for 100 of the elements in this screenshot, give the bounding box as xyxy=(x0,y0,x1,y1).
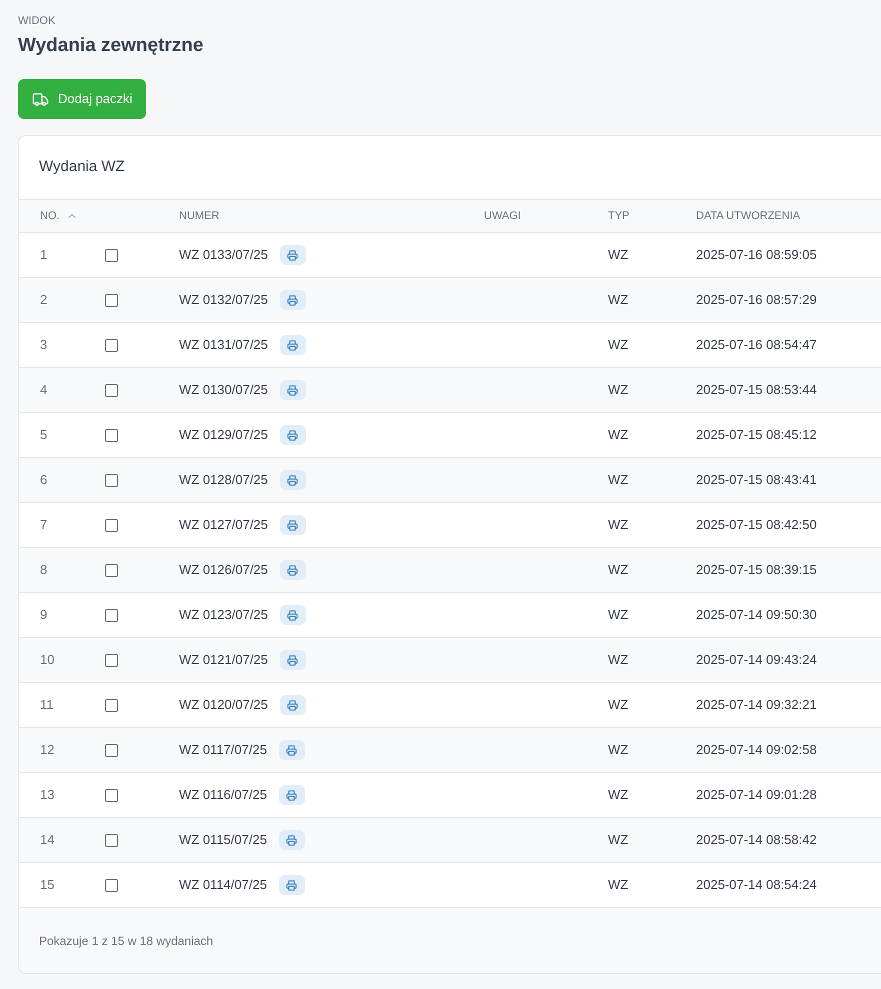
creation-date: 2025-07-14 09:50:30 xyxy=(696,606,818,624)
document-number: WZ 0130/07/25 xyxy=(179,381,268,400)
print-button[interactable] xyxy=(278,785,305,805)
creation-date: 2025-07-14 09:01:28 xyxy=(696,786,818,804)
row-checkbox[interactable] xyxy=(105,518,118,532)
row-number: 2 xyxy=(40,291,48,310)
row-checkbox[interactable] xyxy=(105,788,118,802)
print-button[interactable] xyxy=(280,290,306,310)
row-number: 3 xyxy=(40,336,48,354)
document-number: WZ 0120/07/25 xyxy=(179,696,268,714)
document-type: WZ xyxy=(608,381,630,400)
printer-icon xyxy=(287,250,298,260)
document-type: WZ xyxy=(608,831,630,850)
printer-icon xyxy=(287,610,298,620)
print-button[interactable] xyxy=(278,875,305,895)
column-header: DATA UTWORZENIA xyxy=(696,208,800,224)
row-checkbox[interactable] xyxy=(105,338,118,352)
document-number: WZ 0121/07/25 xyxy=(179,651,268,670)
row-checkbox[interactable] xyxy=(105,384,118,396)
document-number: WZ 0132/07/25 xyxy=(179,291,268,310)
document-type: WZ xyxy=(608,561,630,580)
creation-date: 2025-07-15 08:45:12 xyxy=(696,426,818,444)
document-number: WZ 0116/07/25 xyxy=(179,786,267,804)
document-type: WZ xyxy=(608,516,630,534)
print-button[interactable] xyxy=(280,650,306,670)
print-button[interactable] xyxy=(280,380,306,400)
printer-icon xyxy=(287,384,298,396)
printer-icon xyxy=(287,520,298,530)
creation-date: 2025-07-14 09:43:24 xyxy=(696,651,818,670)
document-type: WZ xyxy=(608,741,630,760)
document-number: WZ 0129/07/25 xyxy=(179,426,268,444)
document-number: WZ 0127/07/25 xyxy=(179,516,268,534)
printer-icon xyxy=(286,790,298,800)
print-button[interactable] xyxy=(280,470,306,490)
printer-icon xyxy=(287,430,298,440)
row-checkbox[interactable] xyxy=(105,698,118,712)
print-button[interactable] xyxy=(280,515,306,535)
creation-date: 2025-07-14 08:54:24 xyxy=(696,876,818,894)
document-number: WZ 0131/07/25 xyxy=(179,336,268,354)
add-packages-button[interactable]: Dodaj paczki xyxy=(18,79,146,119)
column-header[interactable]: NO. xyxy=(40,208,60,224)
printer-icon xyxy=(286,834,298,846)
document-type: WZ xyxy=(608,651,630,670)
row-checkbox[interactable] xyxy=(105,608,118,622)
page-title: Wydania zewnętrzne xyxy=(18,34,204,58)
creation-date: 2025-07-14 09:32:21 xyxy=(696,696,818,714)
row-checkbox[interactable] xyxy=(105,834,118,846)
document-type: WZ xyxy=(608,336,630,354)
document-number: WZ 0133/07/25 xyxy=(179,246,268,264)
printer-icon xyxy=(287,654,298,666)
card-title: Wydania WZ xyxy=(39,157,125,178)
truck-icon xyxy=(32,90,49,108)
row-checkbox[interactable] xyxy=(105,878,118,892)
column-header: NUMER xyxy=(179,208,220,224)
print-button[interactable] xyxy=(280,560,306,580)
creation-date: 2025-07-14 08:58:42 xyxy=(696,831,818,850)
document-type: WZ xyxy=(608,246,630,264)
row-number: 5 xyxy=(40,426,48,444)
creation-date: 2025-07-16 08:54:47 xyxy=(696,336,818,354)
print-button[interactable] xyxy=(280,425,306,445)
print-button[interactable] xyxy=(278,830,305,850)
row-number: 14 xyxy=(40,831,56,850)
row-checkbox[interactable] xyxy=(105,248,118,262)
row-number: 9 xyxy=(40,606,48,624)
row-number: 13 xyxy=(40,786,56,804)
column-header: TYP xyxy=(608,208,630,224)
row-checkbox[interactable] xyxy=(105,744,118,756)
row-checkbox[interactable] xyxy=(105,564,118,576)
row-number: 4 xyxy=(40,381,48,400)
breadcrumb: WIDOK xyxy=(18,14,56,29)
print-button[interactable] xyxy=(280,245,306,265)
document-type: WZ xyxy=(608,471,630,490)
printer-icon xyxy=(286,880,298,890)
document-type: WZ xyxy=(608,696,630,714)
print-button[interactable] xyxy=(278,740,305,760)
document-type: WZ xyxy=(608,426,630,444)
print-button[interactable] xyxy=(280,605,306,625)
document-number: WZ 0126/07/25 xyxy=(179,561,268,580)
row-number: 1 xyxy=(40,246,48,264)
creation-date: 2025-07-14 09:02:58 xyxy=(696,741,818,760)
print-button[interactable] xyxy=(280,335,306,355)
row-number: 10 xyxy=(40,651,56,670)
row-number: 15 xyxy=(40,876,56,894)
printer-icon xyxy=(287,294,298,306)
printer-icon xyxy=(287,700,298,710)
column-header: UWAGI xyxy=(484,208,521,224)
printer-icon xyxy=(287,474,298,486)
row-checkbox[interactable] xyxy=(105,654,118,666)
creation-date: 2025-07-16 08:57:29 xyxy=(696,291,818,310)
print-button[interactable] xyxy=(280,695,306,715)
row-checkbox[interactable] xyxy=(105,474,118,486)
row-number: 8 xyxy=(40,561,48,580)
document-type: WZ xyxy=(608,876,630,894)
row-number: 11 xyxy=(40,696,54,714)
row-checkbox[interactable] xyxy=(105,294,118,306)
printer-icon xyxy=(286,744,298,756)
document-number: WZ 0117/07/25 xyxy=(179,741,267,760)
printer-icon xyxy=(287,340,298,350)
row-checkbox[interactable] xyxy=(105,428,118,442)
row-number: 6 xyxy=(40,471,48,490)
